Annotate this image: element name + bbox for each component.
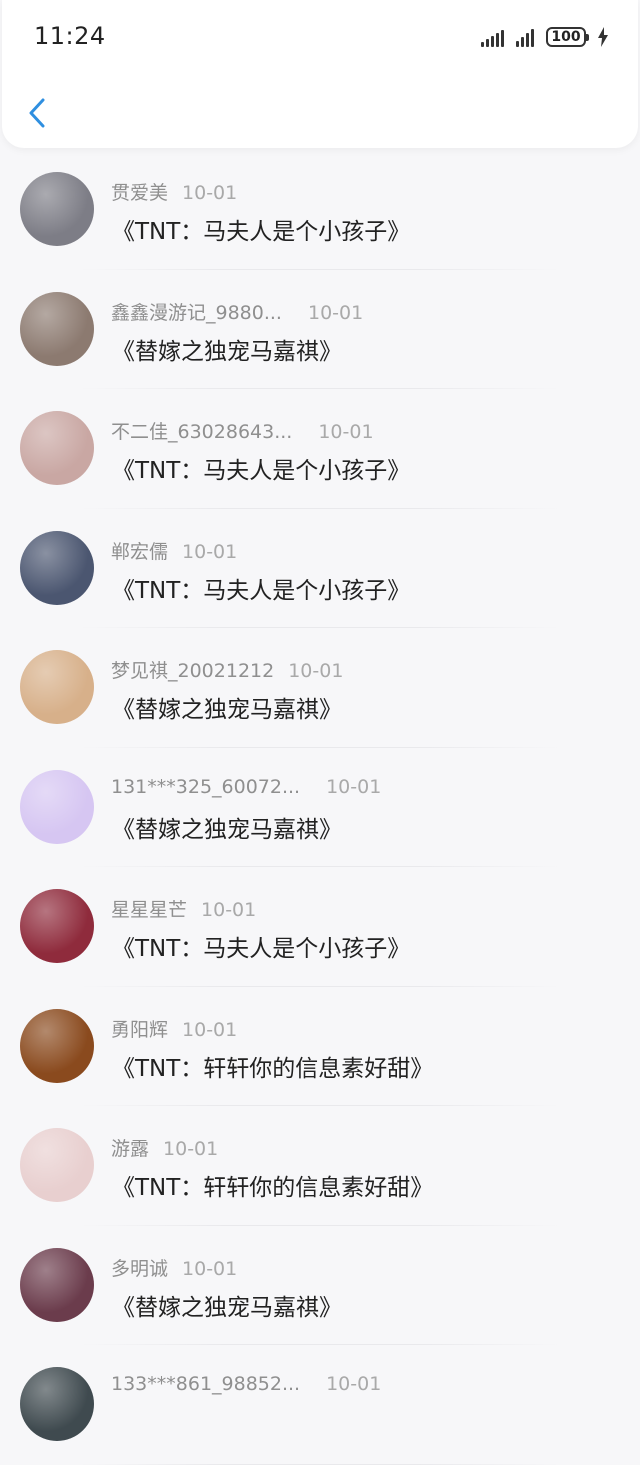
book-title[interactable]: 《TNT：轩轩你的信息素好甜》 [112, 1049, 433, 1083]
book-title[interactable]: 《替嫁之独宠马嘉祺》 [112, 332, 342, 366]
chevron-left-icon [29, 98, 45, 128]
username[interactable]: 鑫鑫漫游记_9880... [111, 302, 282, 324]
list-item[interactable]: 梦见祺_20021212 10-01 《替嫁之独宠马嘉祺》 [0, 628, 640, 748]
date: 10-01 [318, 421, 374, 443]
battery-icon: 100 [546, 27, 589, 47]
list-item[interactable]: 勇阳辉 10-01 《TNT：轩轩你的信息素好甜》 [0, 987, 640, 1106]
item-meta: 游露 10-01 [111, 1134, 218, 1161]
list-item[interactable]: 星星星芒 10-01 《TNT：马夫人是个小孩子》 [0, 867, 640, 987]
avatar[interactable] [20, 1128, 94, 1202]
username[interactable]: 133***861_98852... [111, 1373, 300, 1395]
book-title[interactable]: 《TNT：马夫人是个小孩子》 [112, 571, 410, 605]
item-meta: 多明诚 10-01 [111, 1254, 237, 1281]
avatar[interactable] [20, 172, 94, 246]
list-item[interactable]: 多明诚 10-01 《替嫁之独宠马嘉祺》 [0, 1226, 640, 1345]
username[interactable]: 131***325_60072... [111, 776, 300, 798]
username[interactable]: 游露 [111, 1138, 149, 1160]
item-meta: 131***325_60072... 10-01 [111, 776, 381, 798]
item-meta: 梦见祺_20021212 10-01 [111, 656, 343, 683]
book-title[interactable]: 《TNT：马夫人是个小孩子》 [112, 212, 410, 246]
list-item[interactable]: 郸宏儒 10-01 《TNT：马夫人是个小孩子》 [0, 509, 640, 628]
signal-icon-2 [516, 27, 534, 47]
avatar[interactable] [20, 1367, 94, 1441]
item-meta: 郸宏儒 10-01 [111, 537, 237, 564]
reader-list: 贯爱美 10-01 《TNT：马夫人是个小孩子》 鑫鑫漫游记_9880... 10-01… [0, 150, 640, 1465]
book-title[interactable]: 《替嫁之独宠马嘉祺》 [112, 810, 342, 844]
date: 10-01 [201, 899, 257, 921]
list-item[interactable]: 鑫鑫漫游记_9880... 10-01 《替嫁之独宠马嘉祺》 [0, 270, 640, 389]
date: 10-01 [307, 301, 364, 324]
avatar[interactable] [20, 769, 94, 844]
date: 10-01 [182, 182, 238, 204]
back-button[interactable] [24, 96, 54, 130]
list-item[interactable]: 游露 10-01 《TNT：轩轩你的信息素好甜》 [0, 1106, 640, 1226]
avatar[interactable] [20, 291, 94, 366]
book-title[interactable]: 《TNT：马夫人是个小孩子》 [112, 451, 410, 485]
book-title[interactable]: 《替嫁之独宠马嘉祺》 [112, 1288, 342, 1322]
list-item[interactable]: 贯爱美 10-01 《TNT：马夫人是个小孩子》 [0, 150, 640, 270]
date: 10-01 [163, 1138, 219, 1160]
charging-icon [598, 27, 608, 47]
username[interactable]: 不二佳_63028643... [111, 421, 292, 443]
username[interactable]: 梦见祺_20021212 [111, 660, 274, 682]
item-meta: 鑫鑫漫游记_9880... 10-01 [111, 298, 363, 325]
date: 10-01 [182, 1018, 238, 1041]
avatar[interactable] [20, 889, 94, 963]
avatar[interactable] [20, 650, 94, 724]
top-bar: 11:24 100 [2, 0, 638, 148]
item-meta: 勇阳辉 10-01 [111, 1015, 237, 1042]
date: 10-01 [326, 1373, 382, 1395]
list-item[interactable]: 131***325_60072... 10-01 《替嫁之独宠马嘉祺》 [0, 748, 640, 867]
status-icons: 100 [481, 24, 608, 50]
book-title[interactable]: 《TNT：马夫人是个小孩子》 [112, 929, 410, 963]
signal-icon-1 [481, 27, 504, 47]
avatar[interactable] [20, 1247, 94, 1322]
book-title[interactable]: 《TNT：轩轩你的信息素好甜》 [112, 1168, 433, 1202]
item-meta: 不二佳_63028643... 10-01 [111, 417, 374, 444]
avatar[interactable] [20, 411, 94, 485]
avatar[interactable] [20, 530, 94, 605]
username[interactable]: 星星星芒 [111, 899, 187, 921]
username[interactable]: 郸宏儒 [111, 541, 168, 563]
date: 10-01 [288, 660, 344, 682]
item-meta: 星星星芒 10-01 [111, 895, 256, 922]
status-time: 11:24 [34, 22, 106, 50]
date: 10-01 [182, 540, 238, 563]
list-item[interactable]: 133***861_98852... 10-01 [0, 1345, 640, 1465]
avatar[interactable] [20, 1008, 94, 1083]
username[interactable]: 多明诚 [111, 1258, 168, 1280]
list-item[interactable]: 不二佳_63028643... 10-01 《TNT：马夫人是个小孩子》 [0, 389, 640, 509]
username[interactable]: 贯爱美 [111, 182, 168, 204]
date: 10-01 [182, 1257, 238, 1280]
item-meta: 133***861_98852... 10-01 [111, 1373, 381, 1395]
date: 10-01 [326, 775, 382, 798]
divider [80, 1463, 560, 1465]
item-meta: 贯爱美 10-01 [111, 178, 237, 205]
book-title[interactable]: 《替嫁之独宠马嘉祺》 [112, 690, 342, 724]
username[interactable]: 勇阳辉 [111, 1019, 168, 1041]
